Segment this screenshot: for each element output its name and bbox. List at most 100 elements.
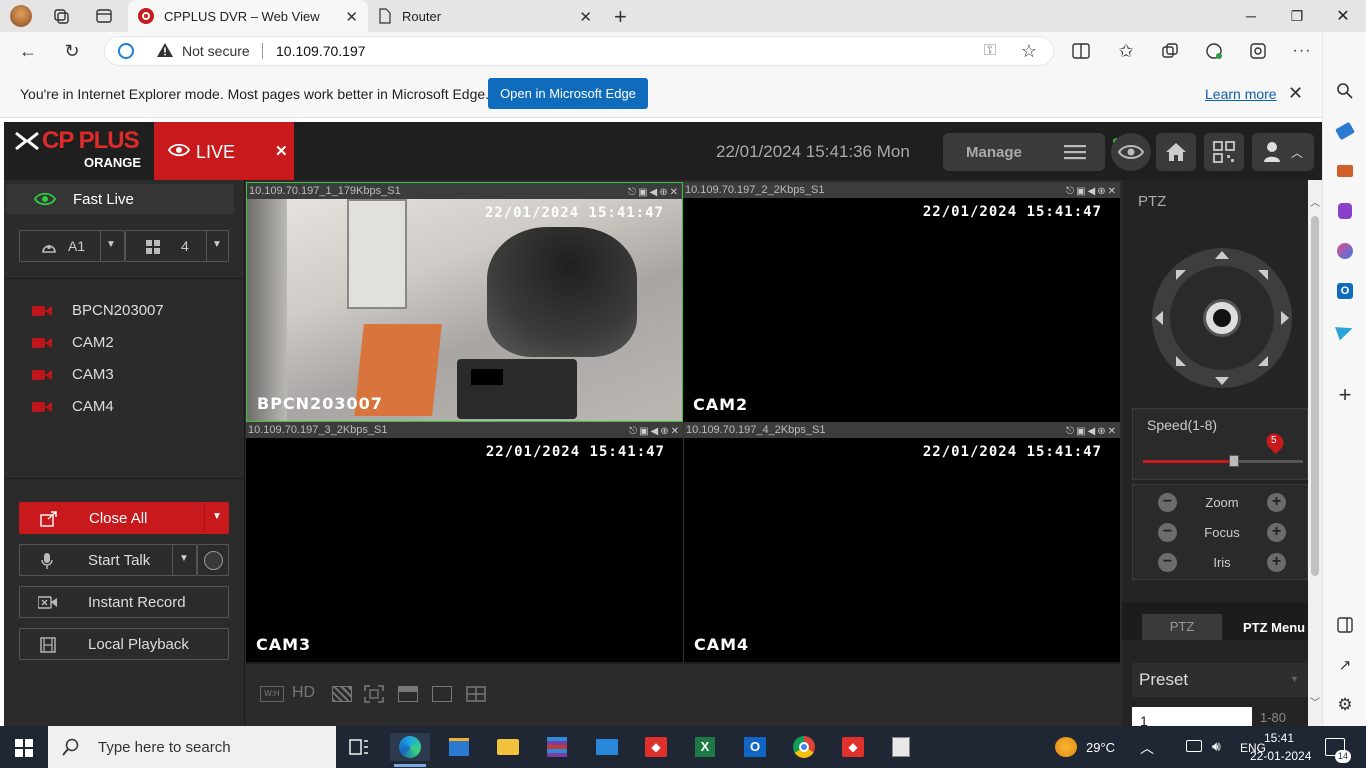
ptz-scrollbar[interactable]: ︿ ﹀ (1308, 180, 1322, 726)
single-view-icon[interactable] (432, 686, 452, 702)
user-menu-button[interactable]: ︿ (1252, 133, 1314, 171)
tab-cpplus-dvr[interactable]: CPPLUS DVR – Web View ✕ (128, 0, 368, 32)
focus-out-button[interactable]: − (1158, 522, 1177, 542)
ptz-direction-pad[interactable] (1152, 248, 1292, 388)
close-tab-icon[interactable]: ✕ (345, 8, 358, 26)
channel-item[interactable]: BPCN203007 (32, 302, 164, 319)
restore-icon[interactable]: ❐ (1274, 0, 1320, 32)
talk-status-icon[interactable] (197, 544, 229, 576)
send-icon[interactable] (1334, 320, 1356, 342)
manage-button[interactable]: Manage (943, 133, 1105, 171)
tab-router[interactable]: Router ✕ (368, 0, 604, 32)
file-explorer-icon[interactable] (493, 733, 523, 761)
task-view-icon[interactable] (344, 733, 374, 761)
mail-icon[interactable] (592, 733, 622, 761)
network-icon[interactable] (1186, 740, 1202, 752)
add-sidebar-icon[interactable]: + (1334, 382, 1356, 407)
weather-icon[interactable] (1055, 737, 1077, 757)
anydesk-icon[interactable]: ◆ (641, 733, 671, 761)
scroll-up-icon[interactable]: ︿ (1310, 194, 1320, 209)
learn-more-link[interactable]: Learn more (1205, 86, 1277, 102)
snapshot-icon[interactable]: ▣ (639, 424, 648, 440)
live-tab[interactable]: LIVE ✕ (154, 122, 294, 180)
anydesk-second-icon[interactable]: ◆ (838, 733, 868, 761)
refresh-icon[interactable]: ↻ (58, 37, 86, 65)
favorites-icon[interactable]: ✩ (1112, 37, 1140, 65)
fullscreen-icon[interactable] (364, 685, 384, 703)
lock-icon[interactable]: ⎋ (1066, 424, 1074, 440)
zoom-in-button[interactable]: + (1266, 492, 1286, 512)
chevron-down-icon[interactable]: ▼ (179, 553, 189, 564)
settings-gear-icon[interactable]: ⚙ (1334, 694, 1356, 716)
performance-icon[interactable] (1244, 37, 1272, 65)
extensions-icon[interactable] (1200, 37, 1228, 65)
back-icon[interactable]: ← (14, 37, 42, 65)
video-tile[interactable]: 10.109.70.197_3_2Kbps_S1 ⎋ ▣ ◀ ⊕ ✕ 22/01/202… (246, 422, 683, 662)
close-tab-icon[interactable]: ✕ (579, 8, 592, 26)
video-tile[interactable]: 10.109.70.197_4_2Kbps_S1 ⎋ ▣ ◀ ⊕ ✕ 22/01/202… (683, 422, 1120, 662)
shopping-tag-icon[interactable] (1334, 120, 1356, 142)
iris-open-button[interactable]: + (1267, 552, 1286, 572)
microsoft-365-icon[interactable] (1334, 240, 1356, 262)
close-video-icon[interactable]: ✕ (1108, 424, 1116, 440)
audio-icon[interactable]: ◀ (1088, 424, 1096, 440)
windows-start-icon[interactable] (15, 739, 33, 757)
workspaces-icon[interactable] (52, 7, 70, 25)
chrome-icon[interactable] (789, 733, 819, 761)
quad-view-icon[interactable] (466, 686, 486, 702)
lock-icon[interactable]: ⎋ (1066, 184, 1074, 200)
channel-item[interactable]: CAM3 (32, 366, 114, 383)
speed-slider-thumb[interactable] (1229, 455, 1240, 467)
outlook-taskbar-icon[interactable]: O (740, 733, 770, 761)
favorite-star-icon[interactable]: ☆ (1015, 37, 1043, 65)
layout-fit-icon[interactable] (398, 686, 418, 702)
speed-slider[interactable]: 5 (1143, 429, 1303, 467)
minimize-icon[interactable]: ─ (1228, 0, 1274, 32)
focus-in-button[interactable]: + (1267, 522, 1286, 542)
split-select[interactable]: 4 ▼ (125, 230, 229, 262)
outlook-icon[interactable]: O (1334, 280, 1356, 302)
zoom-icon[interactable]: ⊕ (1097, 424, 1105, 440)
zoom-icon[interactable]: ⊕ (660, 424, 668, 440)
aspect-ratio-button[interactable]: W:H (260, 686, 284, 702)
tab-ptz-menu[interactable]: PTZ Menu (1243, 620, 1305, 635)
more-menu-icon[interactable]: ··· (1288, 37, 1316, 65)
winrar-icon[interactable] (542, 733, 572, 761)
close-banner-icon[interactable]: ✕ (1288, 83, 1303, 104)
tab-ptz[interactable]: PTZ (1142, 614, 1222, 640)
edge-taskbar-icon[interactable] (390, 733, 430, 761)
fast-live-item[interactable]: Fast Live (6, 184, 234, 214)
clock-date[interactable]: 22-01-2024 (1250, 749, 1311, 763)
tools-icon[interactable] (1334, 160, 1356, 182)
audio-icon[interactable]: ◀ (651, 424, 659, 440)
preset-input[interactable]: 1 (1132, 707, 1252, 726)
channel-item[interactable]: CAM2 (32, 334, 114, 351)
stream-select[interactable]: A1 ▼ (19, 230, 125, 262)
audio-icon[interactable]: ◀ (1088, 184, 1096, 200)
instant-record-button[interactable]: Instant Record (19, 586, 229, 618)
scroll-down-icon[interactable]: ﹀ (1310, 694, 1320, 709)
video-tile[interactable]: 10.109.70.197_1_179Kbps_S1 ⎋ ▣ ◀ ⊕ ✕ 22/01/2… (246, 182, 683, 422)
preview-button[interactable] (1111, 133, 1151, 171)
tab-actions-icon[interactable] (95, 7, 113, 25)
preset-header[interactable]: Preset ▼ (1132, 663, 1308, 697)
excel-icon[interactable]: X (690, 733, 720, 761)
store-icon[interactable] (444, 733, 474, 761)
open-in-edge-button[interactable]: Open in Microsoft Edge (488, 78, 648, 109)
clock-time[interactable]: 15:41 (1264, 731, 1294, 745)
zoom-icon[interactable]: ⊕ (1097, 184, 1105, 200)
snapshot-icon[interactable]: ▣ (1076, 424, 1085, 440)
window-close-icon[interactable]: ✕ (1320, 0, 1366, 32)
qr-code-button[interactable] (1204, 133, 1244, 171)
close-live-icon[interactable]: ✕ (275, 142, 288, 160)
channel-item[interactable]: CAM4 (32, 398, 114, 415)
volume-icon[interactable]: 🔊︎ (1212, 738, 1221, 755)
sidebar-toggle-icon[interactable] (1334, 614, 1356, 636)
key-icon[interactable]: ⚿ (976, 37, 1004, 65)
video-tile[interactable]: 10.109.70.197_2_2Kbps_S1 ⎋ ▣ ◀ ⊕ ✕ 22/01/202… (683, 182, 1120, 422)
zoom-out-button[interactable]: − (1158, 492, 1177, 512)
chevron-up-icon[interactable]: ︿ (1140, 738, 1154, 758)
close-all-button[interactable]: Close All ▼ (19, 502, 229, 534)
profile-avatar[interactable] (10, 5, 32, 27)
search-icon[interactable] (1334, 80, 1356, 102)
